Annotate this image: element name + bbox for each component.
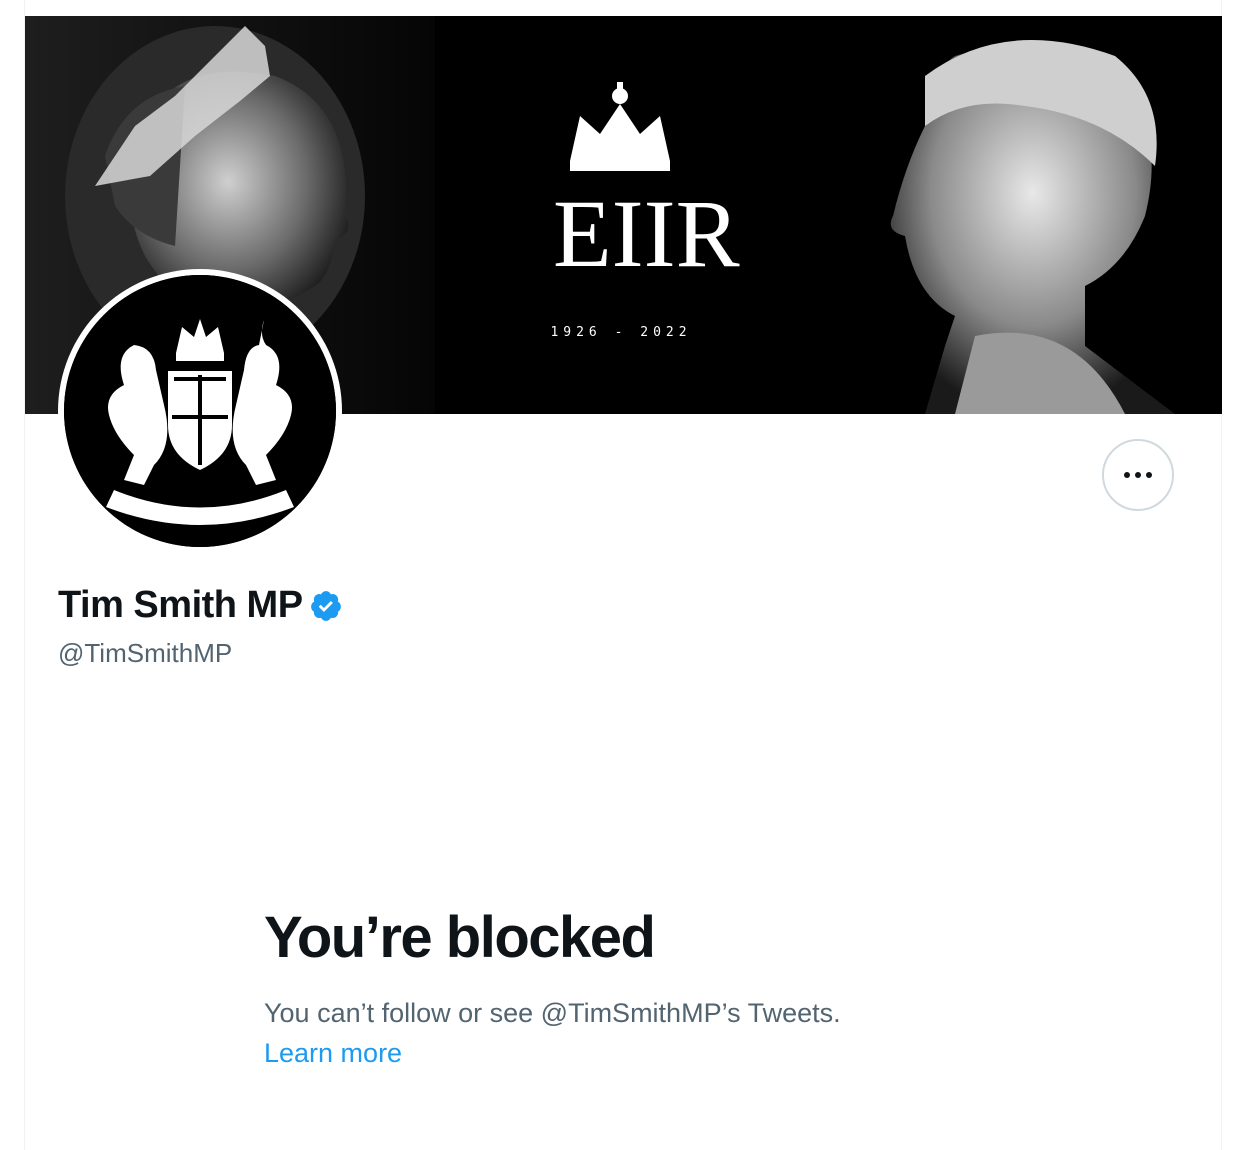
- profile-name-row: Tim Smith MP: [58, 584, 343, 627]
- profile-column: EIIR 1926 - 2022 Tim Smith MP @TimSmithM…: [24, 16, 1222, 1150]
- profile-avatar[interactable]: [58, 269, 342, 553]
- learn-more-link[interactable]: Learn more: [264, 1038, 402, 1069]
- profile-handle: @TimSmithMP: [58, 638, 233, 668]
- royal-cipher: EIIR 1926 - 2022: [550, 82, 740, 340]
- cipher-text: EIIR: [553, 180, 740, 287]
- more-options-button[interactable]: [1102, 439, 1174, 511]
- blocked-title: You’re blocked: [264, 905, 656, 970]
- blocked-message: You can’t follow or see @TimSmithMP’s Tw…: [264, 998, 841, 1028]
- page-top-edge: [24, 0, 1222, 16]
- royal-coat-of-arms-icon: [64, 275, 336, 547]
- banner-dates: 1926 - 2022: [550, 325, 691, 340]
- more-horizontal-icon: [1124, 472, 1152, 478]
- verified-badge-icon[interactable]: [309, 589, 343, 623]
- display-name: Tim Smith MP: [58, 584, 303, 626]
- older-queen-portrait: [890, 40, 1175, 414]
